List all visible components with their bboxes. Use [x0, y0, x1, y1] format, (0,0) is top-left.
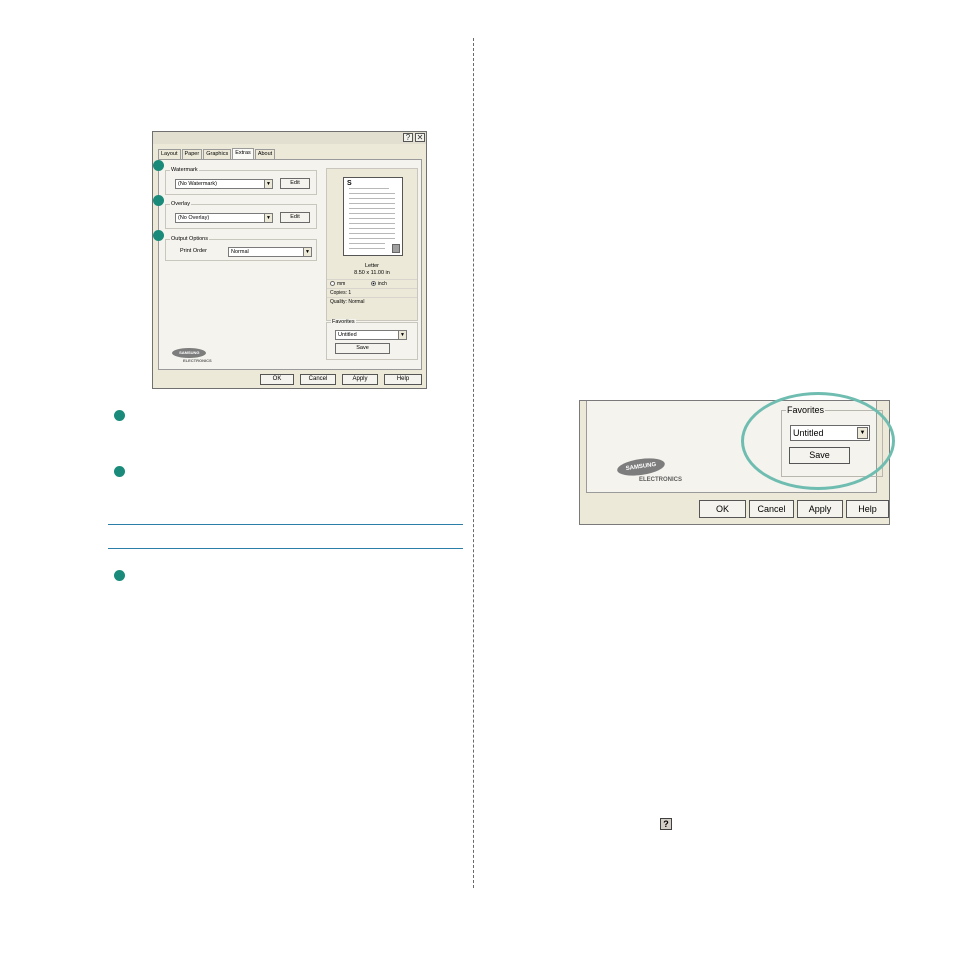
page-orientation-icon [392, 244, 400, 253]
dropdown-arrow-icon: ▼ [398, 331, 406, 339]
page-letter: S [347, 180, 352, 187]
copies-text: Copies: 1 [327, 288, 417, 297]
print-order-select[interactable]: Normal ▼ [228, 247, 312, 257]
paper-name: Letter [364, 263, 380, 269]
unit-mm-radio[interactable]: mm [330, 281, 345, 287]
zoom-apply-button[interactable]: Apply [797, 500, 843, 518]
note-rule-top [108, 524, 463, 525]
quality-text: Quality: Normal [327, 297, 417, 306]
favorites-group: Favorites Untitled ▼ Save [326, 319, 418, 360]
favorites-save-button[interactable]: Save [335, 343, 390, 354]
radio-selected-icon [370, 281, 376, 287]
extras-panel: Watermark (No Watermark) ▼ Edit Overlay … [158, 159, 422, 370]
watermark-label: Watermark [170, 167, 199, 174]
tab-strip: Layout Paper Graphics Extras About [158, 148, 276, 159]
overlay-select-value: (No Overlay) [178, 215, 210, 221]
paper-size: 8.50 x 11.00 in [354, 270, 390, 276]
apply-button[interactable]: Apply [342, 374, 378, 385]
favorites-select[interactable]: Untitled ▼ [335, 330, 407, 340]
close-title-button[interactable]: ✕ [415, 133, 425, 142]
overlay-select[interactable]: (No Overlay) ▼ [175, 213, 273, 223]
column-divider [473, 38, 474, 888]
help-button[interactable]: Help [384, 374, 422, 385]
watermark-group: Watermark (No Watermark) ▼ Edit [165, 167, 317, 195]
ok-button[interactable]: OK [260, 374, 294, 385]
dropdown-arrow-icon: ▼ [264, 214, 272, 222]
tab-graphics[interactable]: Graphics [203, 149, 232, 159]
print-order-value: Normal [231, 249, 249, 255]
bullet-1-marker [114, 410, 125, 421]
note-rule-bottom [108, 548, 463, 549]
bullet-2-marker [114, 466, 125, 477]
overlay-group: Overlay (No Overlay) ▼ Edit [165, 201, 317, 229]
favorites-label: Favorites [331, 319, 356, 326]
zoom-help-button[interactable]: Help [846, 500, 889, 518]
favorites-select-value: Untitled [338, 332, 357, 338]
dialog-titlebar: ? ✕ [153, 132, 426, 144]
unit-row: mm inch [327, 279, 417, 288]
print-order-label: Print Order [180, 248, 207, 254]
dropdown-arrow-icon: ▼ [303, 248, 311, 256]
overlay-label: Overlay [170, 201, 191, 208]
callout-1-marker [153, 160, 164, 171]
dropdown-arrow-icon: ▼ [264, 180, 272, 188]
cancel-button[interactable]: Cancel [300, 374, 336, 385]
help-question-icon: ? [660, 818, 672, 830]
help-title-button[interactable]: ? [403, 133, 413, 142]
page-thumbnail: S [343, 177, 403, 256]
bullet-3-marker [114, 570, 125, 581]
watermark-edit-button[interactable]: Edit [280, 178, 310, 189]
tab-about[interactable]: About [254, 149, 276, 159]
zoom-cancel-button[interactable]: Cancel [749, 500, 794, 518]
output-options-group: Output Options Print Order Normal ▼ [165, 236, 317, 261]
overlay-edit-button[interactable]: Edit [280, 212, 310, 223]
radio-icon [330, 281, 335, 287]
page-preview: S Letter 8.50 x 11.00 in mm inch Copies:… [326, 168, 418, 321]
tab-extras[interactable]: Extras [232, 148, 254, 159]
printer-properties-dialog: ? ✕ Layout Paper Graphics Extras About W… [152, 131, 427, 389]
unit-inch-radio[interactable]: inch [370, 281, 387, 287]
zoom-ok-button[interactable]: OK [699, 500, 746, 518]
watermark-select-value: (No Watermark) [178, 181, 217, 187]
samsung-logo: SAMSUNG ELECTRONICS [167, 348, 212, 363]
zoom-samsung-logo: SAMSUNG ELECTRONICS [599, 455, 682, 483]
tab-layout[interactable]: Layout [158, 149, 181, 159]
tab-paper[interactable]: Paper [181, 149, 203, 159]
callout-3-marker [153, 230, 164, 241]
watermark-select[interactable]: (No Watermark) ▼ [175, 179, 273, 189]
callout-2-marker [153, 195, 164, 206]
highlight-oval [741, 392, 895, 490]
output-options-label: Output Options [170, 236, 209, 243]
